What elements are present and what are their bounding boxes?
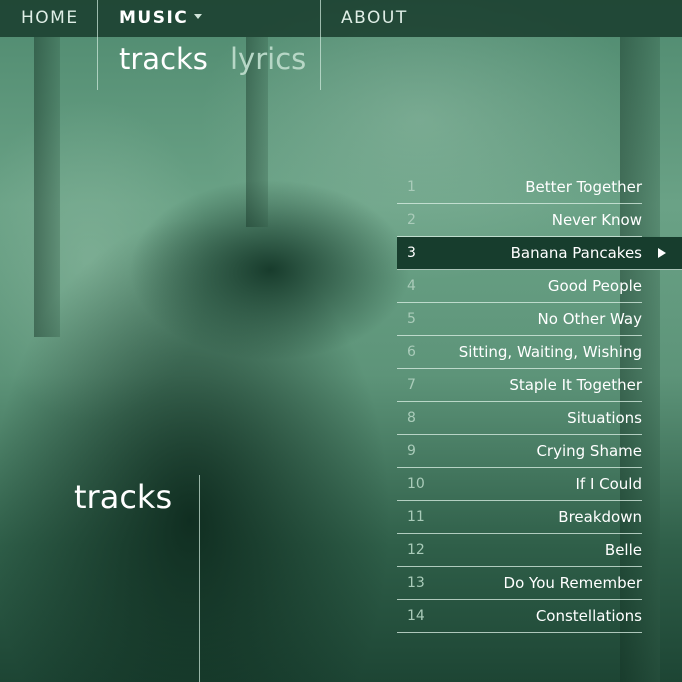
- palm-trunk-left: [34, 37, 60, 337]
- play-arrow-icon[interactable]: [658, 248, 666, 258]
- track-number: 6: [407, 344, 416, 360]
- section-divider: [199, 475, 200, 682]
- track-row[interactable]: 6 Sitting, Waiting, Wishing: [397, 336, 642, 369]
- track-title: No Other Way: [537, 310, 642, 328]
- track-row[interactable]: 11 Breakdown: [397, 501, 642, 534]
- track-number: 9: [407, 443, 416, 459]
- track-title: Never Know: [551, 211, 642, 229]
- track-number: 4: [407, 278, 416, 294]
- track-row[interactable]: 3 Banana Pancakes: [397, 237, 682, 270]
- track-row[interactable]: 2 Never Know: [397, 204, 642, 237]
- nav-home[interactable]: HOME: [21, 8, 79, 28]
- track-row[interactable]: 12 Belle: [397, 534, 642, 567]
- track-number: 8: [407, 410, 416, 426]
- track-number: 13: [407, 575, 425, 591]
- track-row[interactable]: 7 Staple It Together: [397, 369, 642, 402]
- nav-music[interactable]: MUSIC: [119, 8, 203, 28]
- track-number: 7: [407, 377, 416, 393]
- track-number: 5: [407, 311, 416, 327]
- track-title: Do You Remember: [503, 574, 642, 592]
- nav-about[interactable]: ABOUT: [341, 8, 408, 28]
- track-row[interactable]: 10 If I Could: [397, 468, 642, 501]
- track-title: If I Could: [575, 475, 642, 493]
- track-title: Good People: [547, 277, 642, 295]
- track-number: 10: [407, 476, 425, 492]
- tab-tracks[interactable]: tracks: [119, 42, 208, 76]
- track-number: 1: [407, 179, 416, 195]
- track-row[interactable]: 5 No Other Way: [397, 303, 642, 336]
- track-row[interactable]: 4 Good People: [397, 270, 642, 303]
- track-list: 1 Better Together 2 Never Know 3 Banana Panca…: [397, 171, 682, 633]
- track-title: Crying Shame: [536, 442, 642, 460]
- track-number: 12: [407, 542, 425, 558]
- nav-divider-left: [97, 0, 98, 90]
- chevron-down-icon: [194, 13, 203, 19]
- track-title: Situations: [567, 409, 642, 427]
- track-title: Breakdown: [558, 508, 642, 526]
- track-title: Staple It Together: [509, 376, 642, 394]
- track-number: 3: [407, 245, 416, 261]
- track-number: 11: [407, 509, 425, 525]
- track-row[interactable]: 14 Constellations: [397, 600, 642, 633]
- track-row[interactable]: 13 Do You Remember: [397, 567, 642, 600]
- track-title: Better Together: [525, 178, 642, 196]
- track-number: 2: [407, 212, 416, 228]
- track-title: Belle: [604, 541, 642, 559]
- track-title: Constellations: [535, 607, 642, 625]
- nav-music-label: MUSIC: [119, 8, 189, 28]
- track-row[interactable]: 9 Crying Shame: [397, 435, 642, 468]
- tab-lyrics[interactable]: lyrics: [230, 42, 306, 76]
- track-title: Banana Pancakes: [510, 244, 642, 262]
- track-title: Sitting, Waiting, Wishing: [458, 343, 642, 361]
- nav-divider-right: [320, 0, 321, 90]
- top-navigation-bar: HOME MUSIC ABOUT: [0, 0, 682, 37]
- section-title: tracks: [74, 478, 173, 516]
- track-row[interactable]: 8 Situations: [397, 402, 642, 435]
- track-number: 14: [407, 608, 425, 624]
- track-row[interactable]: 1 Better Together: [397, 171, 642, 204]
